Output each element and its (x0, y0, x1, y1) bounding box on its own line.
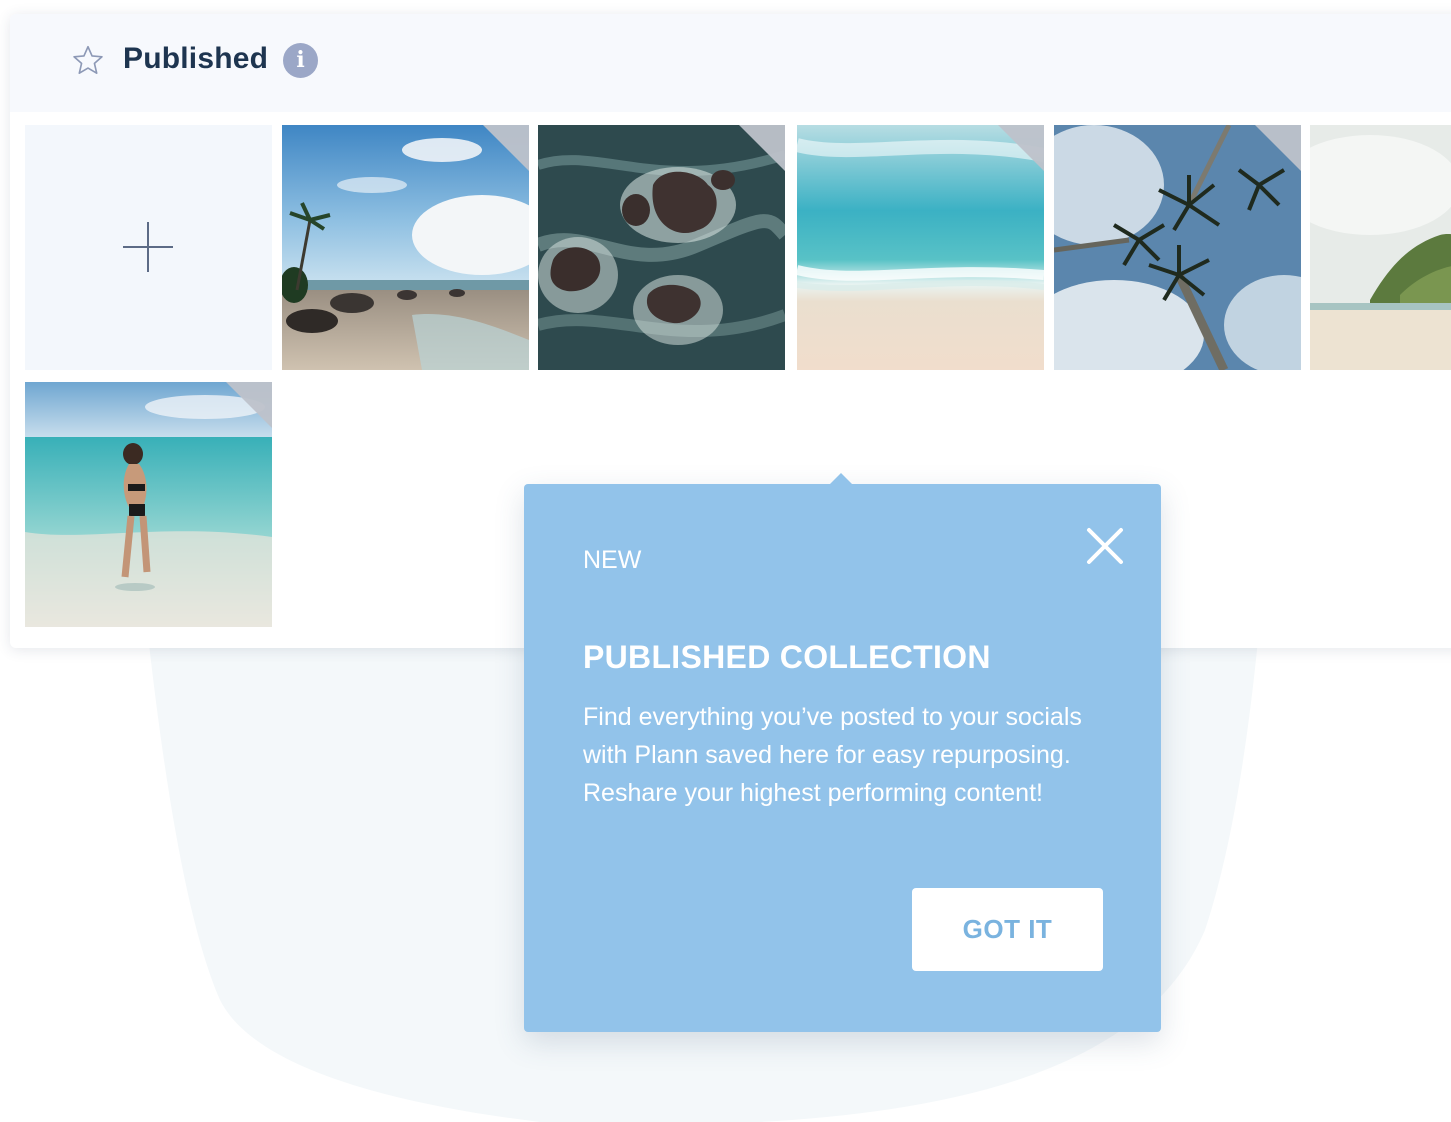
gallery-photo-sandy-beach-hill[interactable] (1310, 125, 1451, 370)
new-feature-tooltip: NEW PUBLISHED COLLECTION Find everything… (524, 473, 1161, 1032)
plus-icon-vertical (147, 222, 149, 272)
tooltip-arrow (829, 473, 853, 485)
published-corner-marker (1255, 125, 1301, 171)
new-badge: NEW (583, 546, 642, 574)
add-post-tile[interactable] (25, 125, 272, 370)
published-corner-marker (483, 125, 529, 171)
close-icon[interactable] (1085, 526, 1125, 566)
gallery-photo-beach-rocks-palm[interactable] (282, 125, 529, 370)
tooltip-body: Find everything you’ve posted to your so… (583, 703, 1082, 807)
page-title: Published (123, 42, 269, 75)
published-corner-marker (998, 125, 1044, 171)
published-corner-marker (739, 125, 785, 171)
tooltip-title: PUBLISHED COLLECTION (583, 639, 991, 675)
photo-sandy-beach-hill (1310, 125, 1451, 370)
gallery-photo-woman-in-shallow-water[interactable] (25, 382, 272, 627)
gallery-photo-aerial-ocean-rocks[interactable] (538, 125, 785, 370)
gallery-photo-palm-trees-sky[interactable] (1054, 125, 1301, 370)
published-corner-marker (226, 382, 272, 428)
info-icon[interactable]: i (283, 43, 318, 78)
gallery-photo-aerial-turquoise-shore[interactable] (797, 125, 1044, 370)
got-it-button[interactable]: GOT IT (912, 888, 1103, 971)
star-outline-icon[interactable] (70, 43, 106, 79)
panel-header: Published i (10, 14, 1451, 112)
stage: Published i NEW PUBLISHED COLLECTION Fin… (0, 0, 1451, 1122)
